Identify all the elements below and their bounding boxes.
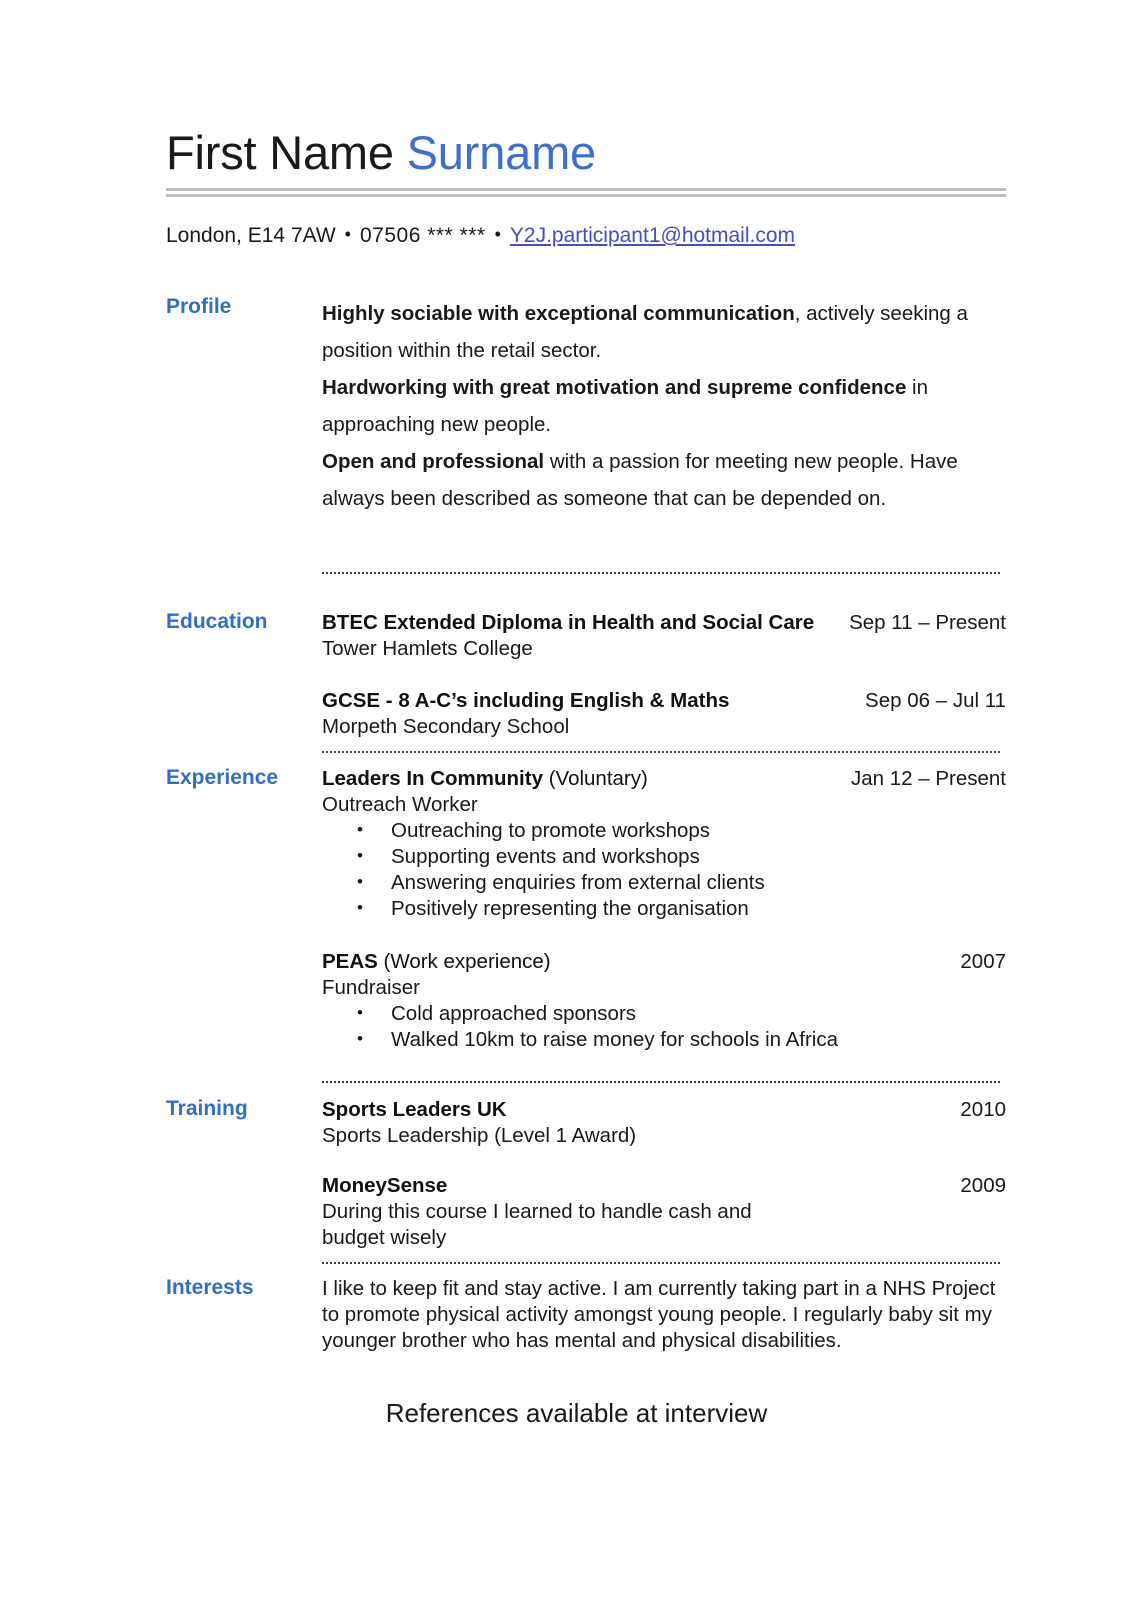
training-entry: Sports Leaders UK 2010 Sports Leadership… [322, 1097, 1006, 1149]
list-item: Cold approached sponsors [322, 1000, 1006, 1027]
cv-page: First Name Surname London, E14 7AW • 07506… [0, 0, 1131, 1600]
references-note: References available at interview [385, 1398, 768, 1428]
entry-subtitle: Sports Leadership (Level 1 Award) [322, 1124, 637, 1147]
list-item: Answering enquiries from external client… [322, 869, 1006, 896]
section-separator-dotted [322, 1081, 1000, 1083]
entry-date: 2010 [960, 1098, 1006, 1121]
entry-header: Leaders In Community (Voluntary) Jan 12 … [322, 766, 1006, 792]
profile-paragraph: Hardworking with great motivation and su… [322, 369, 1006, 443]
entry-subtitle: Outreach Worker [322, 793, 478, 816]
experience-entry: PEAS (Work experience) 2007 Fundraiser C… [322, 949, 1006, 1053]
section-label-interests: Interests [166, 1276, 254, 1299]
entry-date: 2007 [960, 950, 1006, 973]
entry-title: Leaders In Community (Voluntary) [322, 766, 648, 792]
page-title: First Name Surname [166, 128, 1006, 177]
entry-date: Sep 11 – Present [849, 611, 1006, 634]
entry-title: GCSE - 8 A-C’s including English & Maths [322, 689, 730, 712]
profile-paragraph: Open and professional with a passion for… [322, 443, 1006, 517]
entry-title: PEAS (Work experience) [322, 949, 551, 975]
profile-paragraph-bold: Highly sociable with exceptional communi… [322, 302, 795, 325]
divider-line-top [166, 188, 1006, 191]
entry-title: MoneySense [322, 1174, 448, 1197]
entry-subtitle: Tower Hamlets College [322, 637, 533, 660]
entry-title-main: Leaders In Community [322, 767, 543, 790]
entry-bullet-list: Cold approached sponsors Walked 10km to … [322, 1000, 1006, 1053]
contact-separator-2: • [494, 224, 501, 244]
section-body-education: BTEC Extended Diploma in Health and Soci… [322, 610, 1006, 740]
entry-header: GCSE - 8 A-C’s including English & Maths… [322, 688, 1006, 714]
entry-header: Sports Leaders UK 2010 [322, 1097, 1006, 1123]
entry-date: 2009 [960, 1174, 1006, 1197]
section-body-interests: I like to keep fit and stay active. I am… [322, 1276, 1006, 1354]
entry-title-main: PEAS [322, 950, 378, 973]
contact-email-link[interactable]: Y2J.participant1@hotmail.com [510, 224, 795, 247]
entry-title: BTEC Extended Diploma in Health and Soci… [322, 611, 815, 634]
surname-text: Surname [406, 126, 597, 179]
section-separator-dotted [322, 572, 1000, 574]
contact-line: London, E14 7AW • 07506 *** *** • Y2J.partic… [166, 222, 1026, 249]
entry-header: BTEC Extended Diploma in Health and Soci… [322, 610, 1006, 636]
divider-line-bottom [166, 194, 1006, 197]
section-body-training: Sports Leaders UK 2010 Sports Leadership… [322, 1097, 1006, 1251]
training-entry: MoneySense 2009 During this course I lea… [322, 1173, 1006, 1251]
education-entry: BTEC Extended Diploma in Health and Soci… [322, 610, 1006, 662]
first-name-text: First Name [166, 126, 407, 179]
entry-header: MoneySense 2009 [322, 1173, 1006, 1199]
section-body-profile: Highly sociable with exceptional communi… [322, 295, 1006, 517]
entry-subtitle: Morpeth Secondary School [322, 715, 570, 738]
cv-header: First Name Surname [166, 128, 1006, 177]
experience-entry: Leaders In Community (Voluntary) Jan 12 … [322, 766, 1006, 922]
contact-phone: 07506 *** *** [359, 224, 486, 247]
entry-date: Jan 12 – Present [851, 767, 1006, 790]
contact-separator-1: • [344, 224, 351, 244]
entry-title: Sports Leaders UK [322, 1098, 507, 1121]
interests-paragraph: I like to keep fit and stay active. I am… [322, 1277, 996, 1352]
entry-subtitle: Fundraiser [322, 976, 420, 999]
section-separator-dotted [322, 751, 1000, 753]
list-item: Supporting events and workshops [322, 843, 1006, 870]
list-item: Positively representing the organisation [322, 895, 1006, 922]
list-item: Walked 10km to raise money for schools i… [322, 1026, 1006, 1053]
section-label-experience: Experience [166, 766, 279, 789]
entry-header: PEAS (Work experience) 2007 [322, 949, 1006, 975]
profile-paragraph-bold: Open and professional [322, 450, 545, 473]
section-separator-dotted [322, 1262, 1000, 1264]
entry-date: Sep 06 – Jul 11 [865, 689, 1006, 712]
entry-title-qualifier: (Work experience) [377, 950, 551, 973]
section-label-training: Training [166, 1097, 248, 1120]
entry-subtitle: During this course I learned to handle c… [322, 1200, 752, 1249]
profile-paragraph-bold: Hardworking with great motivation and su… [322, 376, 907, 399]
section-label-profile: Profile [166, 295, 232, 318]
entry-title-qualifier: (Voluntary) [543, 767, 648, 790]
education-entry: GCSE - 8 A-C’s including English & Maths… [322, 688, 1006, 740]
header-divider [166, 188, 1006, 197]
entry-bullet-list: Outreaching to promote workshops Support… [322, 817, 1006, 922]
profile-paragraph: Highly sociable with exceptional communi… [322, 295, 1006, 369]
contact-location: London, E14 7AW [166, 224, 336, 247]
section-label-education: Education [166, 610, 268, 633]
list-item: Outreaching to promote workshops [322, 817, 1006, 844]
section-body-experience: Leaders In Community (Voluntary) Jan 12 … [322, 766, 1006, 1053]
